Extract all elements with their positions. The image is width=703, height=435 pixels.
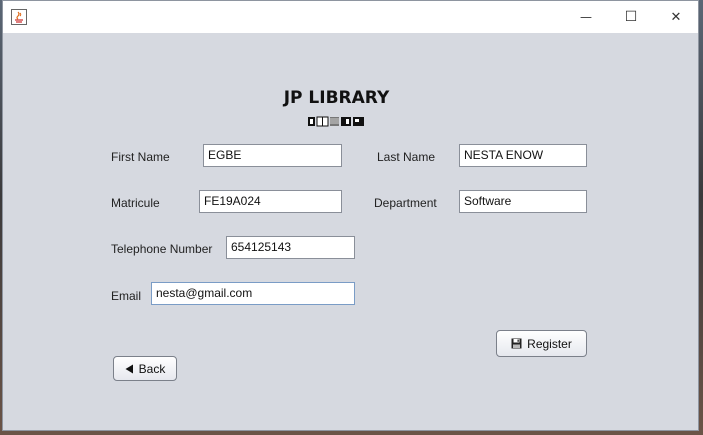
first-name-label: First Name [111,150,170,164]
title-bar: — ☐ ✕ [3,1,698,33]
last-name-field[interactable]: NESTA ENOW [459,144,587,167]
maximize-button[interactable]: ☐ [608,1,654,33]
register-button[interactable]: Register [496,330,587,357]
register-button-label: Register [527,336,572,351]
department-label: Department [374,196,437,210]
close-icon: ✕ [670,9,682,25]
matricule-field[interactable]: FE19A024 [199,190,342,213]
close-button[interactable]: ✕ [653,1,699,33]
email-field[interactable]: nesta@gmail.com [151,282,355,305]
back-arrow-icon [125,364,133,373]
department-field[interactable]: Software [459,190,587,213]
maximize-icon: ☐ [624,9,638,25]
telephone-label: Telephone Number [111,242,213,256]
library-books-icon [308,116,364,127]
app-window: — ☐ ✕ JP LIBRARY First Name EGBE Last Na… [2,0,699,431]
back-button-label: Back [138,361,166,376]
telephone-field[interactable]: 654125143 [226,236,355,259]
last-name-label: Last Name [377,150,436,164]
form-panel: JP LIBRARY First Name EGBE Last Name NES… [3,33,698,432]
first-name-field[interactable]: EGBE [203,144,342,167]
page-title: JP LIBRARY [283,88,390,108]
java-app-icon [11,9,27,25]
floppy-disk-icon [511,338,522,349]
email-label: Email [111,289,142,303]
minimize-icon: — [580,10,592,24]
back-button[interactable]: Back [113,356,177,381]
minimize-button[interactable]: — [563,1,609,33]
matricule-label: Matricule [111,196,160,210]
